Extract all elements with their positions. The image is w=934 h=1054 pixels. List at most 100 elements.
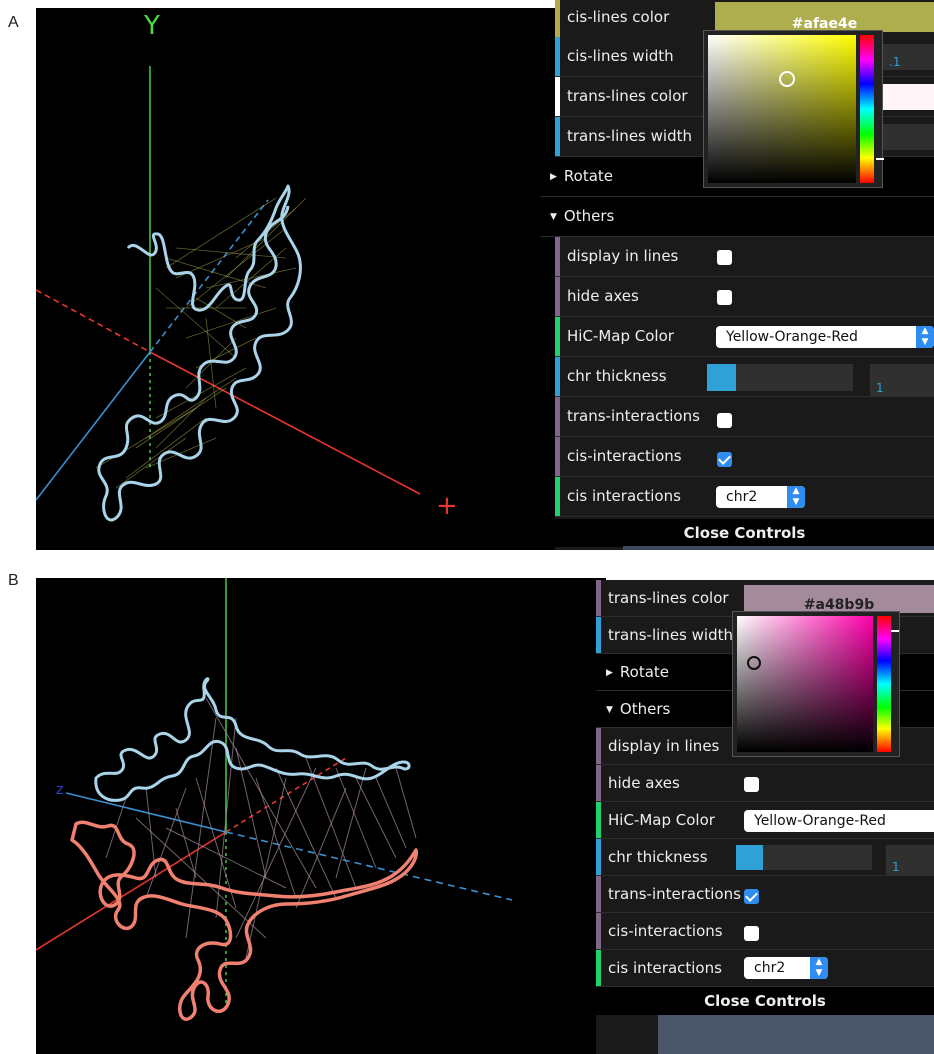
hic-map-color-row[interactable]: HiC-Map Color Yellow-Orange-Red <box>596 802 934 839</box>
chr-thickness-label: chr thickness <box>608 848 708 866</box>
hic-map-color-select[interactable]: Yellow-Orange-Red ▲ ▼ <box>716 326 934 348</box>
hide-axes-label: hide axes <box>567 287 639 305</box>
saturation-cursor-icon[interactable] <box>779 71 795 87</box>
panel-a-controls: cis-lines color #afae4e cis-lines width … <box>540 0 934 550</box>
chr-thickness-value: 1 <box>892 860 900 874</box>
axis-z-label: z <box>56 782 63 798</box>
axis-x-marker: + <box>436 491 458 521</box>
row-stripe <box>555 397 560 436</box>
axis-z-positive <box>36 351 151 501</box>
expanded-triangle-icon: ▼ <box>606 705 613 715</box>
row-stripe <box>596 617 601 653</box>
trans-lines-color-label: trans-lines color <box>567 87 688 105</box>
hic-map-color-label: HiC-Map Color <box>567 327 674 345</box>
cis-interactions-row[interactable]: cis-interactions <box>555 437 934 477</box>
chr-thickness-slider[interactable] <box>707 364 853 391</box>
trans-lines-color-label: trans-lines color <box>608 589 729 607</box>
axis-x-negative <box>36 831 227 951</box>
chr-thickness-input[interactable]: 1 <box>870 364 934 396</box>
hic-map-color-select[interactable]: Yellow-Orange-Red <box>744 810 934 832</box>
hic-map-color-value: Yellow-Orange-Red <box>726 329 858 345</box>
close-controls-button[interactable]: Close Controls <box>596 987 934 1015</box>
trans-interactions-row[interactable]: trans-interactions <box>596 876 934 913</box>
row-stripe <box>596 765 601 801</box>
row-stripe <box>596 839 601 875</box>
display-in-lines-row[interactable]: display in lines <box>555 237 934 277</box>
trans-lines-width-label: trans-lines width <box>608 626 733 644</box>
hide-axes-row[interactable]: hide axes <box>555 277 934 317</box>
row-stripe <box>555 77 560 116</box>
cis-interactions-select[interactable]: chr2 ▲ ▼ <box>716 486 805 508</box>
axis-z-negative <box>149 199 269 353</box>
display-in-lines-checkbox[interactable] <box>717 250 732 265</box>
hide-axes-checkbox[interactable] <box>744 777 759 792</box>
chr-thickness-row[interactable]: chr thickness 1 <box>555 357 934 397</box>
panel-b-3d-viewport[interactable]: z <box>36 578 606 1054</box>
row-stripe <box>555 477 560 516</box>
trans-interactions-label: trans-interactions <box>608 885 741 903</box>
saturation-cursor-icon[interactable] <box>747 656 761 670</box>
cis-lines-color-picker[interactable] <box>703 30 884 188</box>
cis-interactions-row[interactable]: cis-interactions <box>596 913 934 950</box>
cis-lines-width-input[interactable]: .1 <box>883 44 934 70</box>
panel-b-controls: trans-lines color #a48b9b trans-lines wi… <box>596 580 934 1054</box>
row-stripe <box>555 237 560 276</box>
trans-lines-color-picker[interactable] <box>732 611 900 757</box>
trans-lines-color-input[interactable]: #a48b9b <box>744 585 934 613</box>
panel-b-3d-scene: z <box>36 578 513 1021</box>
expanded-triangle-icon: ▼ <box>550 212 557 222</box>
row-stripe <box>555 317 560 356</box>
others-folder[interactable]: ▼ Others <box>540 197 934 237</box>
saturation-value-area[interactable] <box>737 616 873 752</box>
hide-axes-checkbox[interactable] <box>717 290 732 305</box>
row-stripe <box>555 0 560 39</box>
cis-interactions-select[interactable]: chr2 ▲ ▼ <box>744 957 828 979</box>
hue-marker-icon[interactable] <box>876 158 884 160</box>
cis-interactions-select-row[interactable]: cis interactions chr2 ▲ ▼ <box>555 477 934 517</box>
rotate-folder-label: ▶ Rotate <box>550 157 613 197</box>
hue-marker-icon[interactable] <box>891 630 899 632</box>
chr-thickness-slider-fill <box>707 364 737 391</box>
cis-interactions-select-label: cis interactions <box>567 487 681 505</box>
cis-lines-color-input[interactable]: #afae4e <box>715 2 934 32</box>
chromosome-chr2-path <box>97 184 302 522</box>
cis-interactions-select-value: chr2 <box>726 489 758 505</box>
collapsed-triangle-icon: ▶ <box>550 172 557 182</box>
panel-a-3d-viewport[interactable]: + Y <box>36 8 576 550</box>
close-controls-button[interactable]: Close Controls <box>555 519 934 547</box>
cis-interactions-select-row[interactable]: cis interactions chr2 ▲ ▼ <box>596 950 934 987</box>
select-updown-icon: ▲ ▼ <box>810 957 828 979</box>
hue-slider[interactable] <box>877 616 891 752</box>
chr-thickness-row[interactable]: chr thickness 1 <box>596 839 934 876</box>
cis-lines-width-value: .1 <box>889 55 901 69</box>
panel-a-letter: A <box>8 14 19 31</box>
bottom-scroll-indicator <box>623 546 934 550</box>
panel-a-3d-scene: + Y <box>36 11 458 522</box>
row-stripe <box>555 277 560 316</box>
cis-interactions-checkbox[interactable] <box>717 452 732 467</box>
collapsed-triangle-icon: ▶ <box>606 668 613 678</box>
trans-interaction-lines <box>105 697 417 959</box>
display-in-lines-label: display in lines <box>608 737 720 755</box>
trans-lines-width-input[interactable] <box>883 124 934 150</box>
row-stripe <box>596 913 601 949</box>
select-updown-icon: ▲ ▼ <box>916 326 934 348</box>
trans-lines-width-label: trans-lines width <box>567 127 692 145</box>
hide-axes-label: hide axes <box>608 774 680 792</box>
trans-interactions-checkbox[interactable] <box>717 413 732 428</box>
panel-b-letter: B <box>8 572 19 589</box>
trans-interactions-checkbox[interactable] <box>744 889 759 904</box>
bottom-scroll-indicator <box>658 1015 934 1054</box>
saturation-value-area[interactable] <box>708 35 856 183</box>
row-stripe <box>555 117 560 156</box>
chr-thickness-slider[interactable] <box>736 845 872 870</box>
hide-axes-row[interactable]: hide axes <box>596 765 934 802</box>
axis-y-label: Y <box>143 11 160 41</box>
trans-interactions-row[interactable]: trans-interactions <box>555 397 934 437</box>
row-stripe <box>596 950 601 986</box>
chr-thickness-input[interactable]: 1 <box>886 845 934 875</box>
hue-slider[interactable] <box>860 35 874 183</box>
hic-map-color-row[interactable]: HiC-Map Color Yellow-Orange-Red ▲ ▼ <box>555 317 934 357</box>
trans-lines-color-input[interactable] <box>883 84 934 110</box>
cis-interactions-checkbox[interactable] <box>744 926 759 941</box>
